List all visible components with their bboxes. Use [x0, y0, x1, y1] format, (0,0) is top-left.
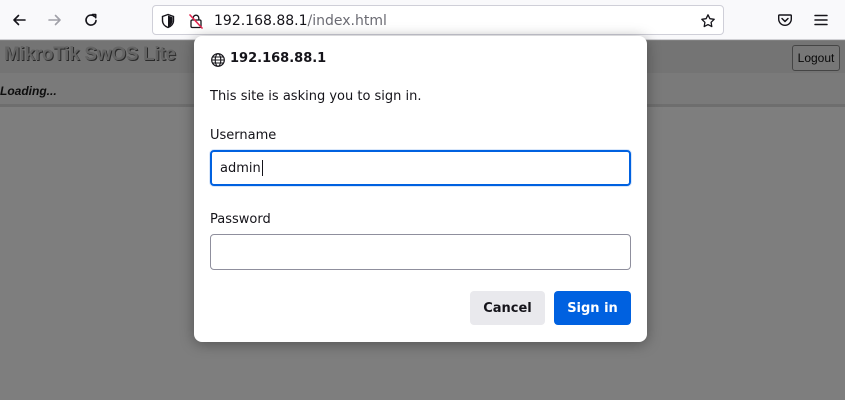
password-label: Password: [210, 212, 271, 227]
arrow-left-icon: [13, 14, 26, 26]
shield-icon[interactable]: [159, 12, 177, 30]
username-value: admin: [220, 160, 261, 176]
url-text[interactable]: 192.168.88.1/index.html: [214, 12, 387, 30]
sign-in-button[interactable]: Sign in: [554, 291, 631, 325]
star-icon[interactable]: [699, 12, 717, 30]
browser-toolbar: 192.168.88.1/index.html: [0, 0, 845, 40]
globe-icon: [211, 53, 225, 67]
reload-icon: [85, 13, 97, 26]
back-button[interactable]: [5, 6, 33, 34]
dialog-host: 192.168.88.1: [230, 51, 327, 66]
pocket-icon: [778, 14, 792, 26]
username-label: Username: [210, 128, 277, 143]
url-host: 192.168.88.1: [214, 13, 308, 29]
password-field[interactable]: [210, 234, 631, 270]
sign-in-dialog: 192.168.88.1 This site is asking you to …: [194, 36, 647, 342]
hamburger-menu-icon: [814, 14, 828, 26]
arrow-right-icon: [48, 14, 61, 26]
menu-button[interactable]: [807, 6, 835, 34]
reload-button[interactable]: [77, 6, 105, 34]
text-caret: [261, 160, 263, 176]
pocket-button[interactable]: [771, 6, 799, 34]
dialog-message: This site is asking you to sign in.: [210, 89, 422, 104]
cancel-button[interactable]: Cancel: [470, 291, 545, 325]
forward-button[interactable]: [41, 6, 69, 34]
url-path: /index.html: [307, 13, 387, 29]
url-bar[interactable]: 192.168.88.1/index.html: [152, 5, 724, 35]
insecure-lock-icon[interactable]: [187, 12, 205, 30]
username-field[interactable]: admin: [210, 150, 631, 186]
